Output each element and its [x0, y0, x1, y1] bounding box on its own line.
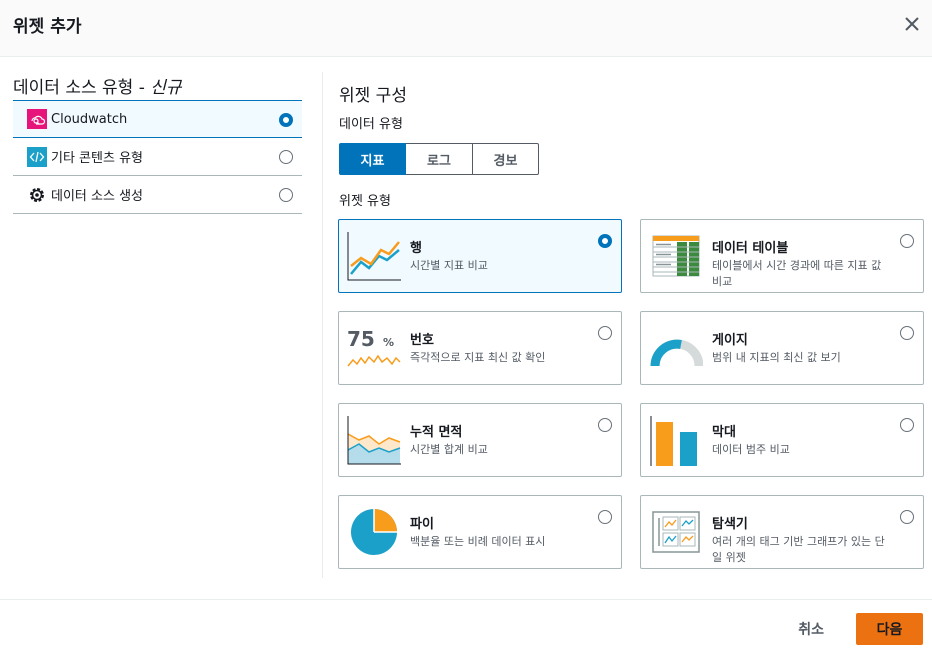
source-radio-create-source[interactable] [279, 188, 293, 202]
cloudwatch-icon [27, 109, 47, 129]
widget-desc: 시간별 합계 비교 [410, 443, 488, 456]
modal-title: 위젯 추가 [13, 17, 82, 37]
source-item-create-source[interactable]: 데이터 소스 생성 [13, 176, 302, 214]
widget-card-bar[interactable]: 막대 데이터 범주 비교 [640, 403, 924, 477]
widget-config-panel: 위젯 구성 데이터 유형 지표 로그 경보 위젯 유형 [339, 84, 925, 209]
source-radio-other-content[interactable] [279, 150, 293, 164]
modal-header: 위젯 추가 [0, 0, 932, 57]
data-type-label: 데이터 유형 [339, 117, 403, 132]
modal-footer: 취소 다음 [0, 599, 932, 656]
widget-card-pie[interactable]: 파이 백분율 또는 비례 데이터 표시 [338, 495, 622, 569]
widget-radio-data-table[interactable] [900, 234, 914, 248]
pie-chart-icon [351, 509, 397, 555]
close-button[interactable] [900, 12, 924, 36]
svg-text:75: 75 [347, 327, 375, 351]
widget-title: 번호 [410, 333, 434, 348]
widget-desc: 백분율 또는 비례 데이터 표시 [410, 535, 546, 548]
widget-title: 파이 [410, 517, 434, 532]
panel-divider [322, 72, 323, 578]
data-type-alarms-button[interactable]: 경보 [473, 143, 539, 175]
source-item-label: Cloudwatch [51, 111, 128, 127]
widget-desc: 데이터 범주 비교 [712, 443, 790, 456]
svg-text:%: % [383, 336, 394, 349]
widget-card-line[interactable]: 행 시간별 지표 비교 [338, 219, 622, 293]
number-icon: 75 % [347, 327, 401, 367]
source-item-label: 기타 콘텐츠 유형 [51, 151, 143, 166]
widget-card-number[interactable]: 75 % 번호 즉각적으로 지표 최신 값 확인 [338, 311, 622, 385]
widget-radio-pie[interactable] [598, 510, 612, 524]
data-source-list: Cloudwatch 기타 콘텐츠 유형 데이터 소스 생성 [13, 100, 302, 214]
widget-radio-bar[interactable] [900, 418, 914, 432]
widget-radio-stacked-area[interactable] [598, 418, 612, 432]
widget-title: 데이터 테이블 [712, 241, 789, 256]
source-item-other-content[interactable]: 기타 콘텐츠 유형 [13, 138, 302, 176]
data-source-panel: 데이터 소스 유형 - 신규 Cloudwatch 기타 콘텐츠 유형 데이터 … [13, 76, 302, 214]
close-icon [905, 17, 919, 31]
source-item-cloudwatch[interactable]: Cloudwatch [13, 100, 302, 138]
data-type-logs-button[interactable]: 로그 [406, 143, 473, 175]
widget-card-explorer[interactable]: 탐색기 여러 개의 태그 기반 그래프가 있는 단일 위젯 [640, 495, 924, 569]
widget-desc: 즉각적으로 지표 최신 값 확인 [410, 351, 546, 364]
stacked-area-icon [347, 416, 401, 465]
source-item-label: 데이터 소스 생성 [51, 189, 143, 204]
widget-title: 막대 [712, 425, 736, 440]
widget-title: 게이지 [712, 333, 748, 348]
data-type-segmented-control: 지표 로그 경보 [339, 143, 925, 175]
cancel-button[interactable]: 취소 [794, 613, 828, 645]
widget-title: 행 [410, 241, 422, 256]
widget-radio-gauge[interactable] [900, 326, 914, 340]
data-type-metrics-button[interactable]: 지표 [339, 143, 406, 175]
widget-radio-explorer[interactable] [900, 510, 914, 524]
gauge-icon [650, 339, 703, 367]
widget-desc: 테이블에서 시간 경과에 따른 지표 값 비교 [712, 259, 882, 288]
explorer-icon [652, 511, 700, 553]
code-icon [27, 146, 47, 167]
bar-chart-icon [650, 416, 697, 466]
widget-card-stacked-area[interactable]: 누적 면적 시간별 합계 비교 [338, 403, 622, 477]
gear-icon [27, 185, 47, 205]
widget-card-gauge[interactable]: 게이지 범위 내 지표의 최신 값 보기 [640, 311, 924, 385]
widget-desc: 시간별 지표 비교 [410, 259, 488, 272]
widget-type-label: 위젯 유형 [339, 194, 391, 209]
source-radio-cloudwatch[interactable] [279, 113, 293, 127]
widget-radio-number[interactable] [598, 326, 612, 340]
data-table-icon [652, 235, 700, 277]
widget-desc: 범위 내 지표의 최신 값 보기 [712, 351, 841, 364]
widget-config-title: 위젯 구성 [339, 86, 407, 106]
new-tag: 신규 [150, 78, 182, 98]
widget-title: 탐색기 [712, 517, 748, 532]
widget-radio-line[interactable] [598, 234, 612, 248]
data-source-title: 데이터 소스 유형 - 신규 [13, 78, 182, 98]
widget-title: 누적 면적 [410, 425, 463, 440]
next-button[interactable]: 다음 [856, 613, 923, 645]
widget-desc: 여러 개의 태그 기반 그래프가 있는 단일 위젯 [712, 535, 885, 564]
line-chart-icon [347, 232, 401, 281]
widget-card-data-table[interactable]: 데이터 테이블 테이블에서 시간 경과에 따른 지표 값 비교 [640, 219, 924, 293]
